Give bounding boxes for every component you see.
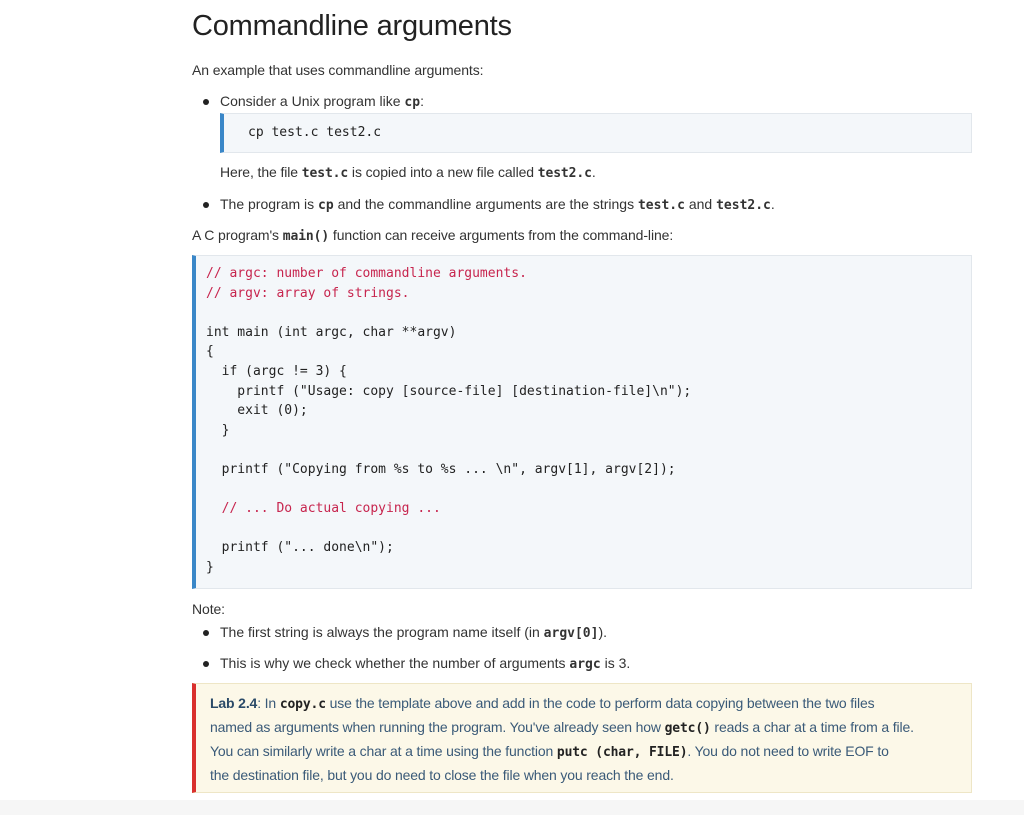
page-title: Commandline arguments [192,10,512,42]
bottom-bar [0,800,1024,815]
lab-text: use the template above and add in the co… [325,695,875,711]
bullet2-text: . [770,196,775,212]
lab-callout: Lab 2.4: In copy.c use the template abov… [192,683,972,793]
lab-code-getc: getc() [664,721,711,736]
note2-code: argc [569,657,601,672]
note1-text: The first string is always the program n… [220,624,544,640]
main-text-part: function can receive arguments from the … [329,227,674,243]
bullet-icon [203,630,209,636]
bullet1-suffix: : [420,93,424,109]
code-line: if (argc != 3) { [206,364,347,379]
lab-text: You can similarly write a char at a time… [210,743,557,759]
note1-code: argv[0] [543,626,599,641]
bullet2-text: and the commandline arguments are the st… [333,196,638,212]
here-text-part: is copied into a new file called [348,164,538,180]
note2-text: This is why we check whether the number … [220,655,570,671]
bullet2-text: and [684,196,717,212]
here-text: Here, the file test.c is copied into a n… [220,164,596,181]
lab-text: named as arguments when running the prog… [210,719,665,735]
code-line: printf ("... done\n"); [206,540,394,556]
code-line: printf ("Copying from %s to %s ... \n", … [206,462,676,477]
lab-line-1: Lab 2.4: In copy.c use the template abov… [210,695,875,712]
lab-text: : In [257,695,280,711]
code-line: } [206,560,214,575]
main-code: main() [282,229,330,244]
code-block-command: cp test.c test2.c [220,113,972,153]
code-line: // argv: array of strings. [206,285,410,301]
code-line: printf ("Usage: copy [source-file] [dest… [206,383,692,399]
main-text: A C program's main() function can receiv… [192,227,673,244]
lab-line-2: named as arguments when running the prog… [210,719,914,736]
code-line: { [206,344,214,360]
code-line: // ... Do actual copying ... [206,501,441,517]
bullet2-code-1: cp [318,198,334,213]
here-text-part: Here, the file [220,164,302,180]
lab-line-3: You can similarly write a char at a time… [210,743,889,760]
main-text-part: A C program's [192,227,283,243]
code-block-main: // argc: number of commandline arguments… [192,255,972,589]
note1-text: ). [598,624,608,640]
lab-title: Lab 2.4 [210,695,258,711]
bullet1-code: cp [404,95,421,110]
note2-text: is 3. [600,655,631,671]
bullet2-code-3: test2.c [716,198,771,213]
note-label: Note: [192,601,225,617]
here-code-2: test2.c [537,166,592,181]
code-line: int main (int argc, char **argv) [206,324,457,340]
bullet1-text: Consider a Unix program like [220,93,405,109]
intro-text: An example that uses commandline argumen… [192,62,484,78]
lab-text: . You do not need to write EOF to [687,743,889,759]
code-line: } [206,422,230,438]
bullet2-code-2: test.c [637,198,685,213]
lab-line-4: the destination file, but you do need to… [210,767,674,783]
code-line: // argc: number of commandline arguments… [206,266,527,281]
bullet2-text: The program is [220,196,319,212]
here-code-1: test.c [301,166,349,181]
here-text-part: . [591,164,596,180]
bullet-icon [203,661,209,667]
lab-text: reads a char at a time from a file. [710,719,914,735]
bullet-icon [203,99,209,105]
lab-code-copy: copy.c [279,697,326,712]
code-line: exit (0); [206,403,308,419]
bullet-icon [203,202,209,208]
code-line: cp test.c test2.c [248,125,382,140]
lab-text: the destination file, but you do need to… [210,767,674,783]
lab-code-putc: putc (char, FILE) [556,745,688,760]
